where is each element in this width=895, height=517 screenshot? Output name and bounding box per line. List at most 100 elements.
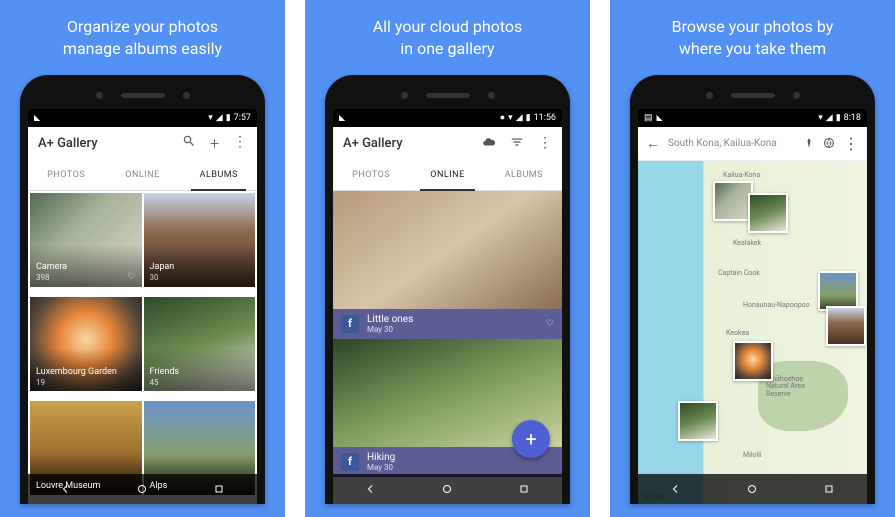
panel-caption: All your cloud photos in one gallery [373,16,523,61]
facebook-icon: f [341,453,359,471]
nav-home-icon[interactable] [746,483,758,495]
map-canvas[interactable]: Kailua-Kona Kealakek Captain Cook Honaun… [638,161,867,504]
status-bar: ▤ ◣ ▾ ◢ ▮ 8:18 [638,109,867,127]
caption-line: where you take them [679,39,826,58]
favorite-icon[interactable]: ♡ [127,272,135,282]
album-name: Camera [36,262,67,272]
tab-online[interactable]: ONLINE [104,161,180,190]
album-japan[interactable]: Japan30 [144,193,256,287]
tab-photos[interactable]: PHOTOS [333,161,409,190]
status-time: 8:18 [844,113,861,123]
signal-icon: ◢ [516,113,523,123]
map-photo-thumb[interactable] [733,341,773,381]
phone-frame: ◣ ● ▾ ◢ ▮ 11:56 A+ Gallery ⋮ PHOTOS [325,75,570,504]
facebook-icon: f [341,315,359,333]
caption-line: manage albums easily [63,39,222,58]
album-count: 30 [150,273,175,283]
album-name: Friends [150,367,180,377]
tab-albums[interactable]: ALBUMS [181,161,257,190]
online-hero-image [333,191,562,309]
compass-icon[interactable] [803,134,815,153]
status-time: 11:56 [534,113,556,123]
tabs: PHOTOS ONLINE ALBUMS [333,161,562,191]
nav-home-icon[interactable] [441,483,453,495]
map-photo-thumb[interactable] [818,271,858,311]
nav-indicator-icon: ◣ [657,113,663,122]
app-title: A+ Gallery [343,136,482,151]
search-icon[interactable] [182,134,196,153]
location-text: South Kona, Kailua-Kona [668,138,795,149]
battery-icon: ▮ [836,113,841,123]
nav-recent-icon[interactable] [518,483,530,495]
more-icon[interactable]: ⋮ [843,134,859,153]
online-title: Little ones [367,314,413,325]
album-camera[interactable]: Camera398 ♡ [30,193,142,287]
aperture-icon[interactable] [823,134,835,153]
battery-icon: ▮ [226,113,231,123]
fab-add-button[interactable]: + [512,420,550,458]
caption-line: Organize your photos [67,17,218,36]
caption-line: in one gallery [400,39,494,58]
sort-icon[interactable] [510,135,524,153]
nav-recent-icon[interactable] [823,483,835,495]
nav-back-icon[interactable] [365,483,377,495]
favorite-icon[interactable]: ♡ [546,319,554,329]
online-album-little-ones[interactable]: f Little ones May 30 ♡ [333,191,562,339]
back-icon[interactable]: ← [646,135,660,152]
album-name: Alps [150,481,168,491]
online-date: May 30 [367,325,413,334]
nav-indicator-icon: ◣ [339,113,345,122]
album-name: Japan [150,262,175,272]
album-luxembourg-garden[interactable]: Luxembourg Garden19 [30,297,142,391]
album-count: 19 [36,378,117,388]
nav-back-icon[interactable] [670,483,682,495]
map-app-bar: ← South Kona, Kailua-Kona ⋮ [638,127,867,161]
albums-grid: Camera398 ♡ Japan30 Luxembourg Garden19 … [28,191,257,504]
album-count: 398 [36,273,67,283]
status-bar: ◣ ▾ ◢ ▮ 7:57 [28,109,257,127]
tab-photos[interactable]: PHOTOS [28,161,104,190]
more-icon[interactable]: ⋮ [538,135,552,153]
map-label: Kailua-Kona [723,171,760,179]
battery-icon: ▮ [526,113,531,123]
online-title: Hiking [367,452,395,463]
map-label: Honaunau-Napoopoo [743,301,810,309]
wifi-icon: ▾ [818,113,823,123]
more-icon[interactable]: ⋮ [233,134,247,153]
status-time: 7:57 [234,113,251,123]
promo-panel-map: Browse your photos by where you take the… [610,0,895,517]
nav-bar [638,474,867,504]
panel-caption: Organize your photos manage albums easil… [63,16,222,61]
signal-icon: ◢ [826,113,833,123]
promo-panel-online: All your cloud photos in one gallery ◣ ●… [305,0,590,517]
nav-recent-icon[interactable] [213,483,225,495]
signal-icon: ◢ [216,113,223,123]
online-date: May 30 [367,463,395,472]
app-title: A+ Gallery [38,136,182,151]
map-label: Captain Cook [718,269,760,277]
phone-frame: ▤ ◣ ▾ ◢ ▮ 8:18 ← South Kona, Kailua-Kona… [630,75,875,504]
map-label: Keokea [726,329,749,337]
cloud-icon[interactable] [482,135,496,153]
wifi-icon: ▾ [508,113,513,123]
tab-albums[interactable]: ALBUMS [486,161,562,190]
caption-line: Browse your photos by [672,17,834,36]
promo-panel-albums: Organize your photos manage albums easil… [0,0,285,517]
nav-home-icon[interactable] [136,483,148,495]
map-photo-thumb[interactable] [678,401,718,441]
notification-icon: ▤ [644,113,653,123]
map-photo-thumb[interactable] [748,193,788,233]
album-friends[interactable]: Friends45 [144,297,256,391]
album-count: 45 [150,378,180,388]
status-bar: ◣ ● ▾ ◢ ▮ 11:56 [333,109,562,127]
tab-online[interactable]: ONLINE [409,161,485,190]
map-label: Milolii [743,451,762,459]
add-icon[interactable]: + [210,134,219,153]
app-bar: A+ Gallery + ⋮ [28,127,257,161]
map-photo-thumb[interactable] [713,181,753,221]
app-bar: A+ Gallery ⋮ [333,127,562,161]
notification-icon: ● [500,112,505,123]
album-name: Louvre Museum [36,481,100,491]
caption-line: All your cloud photos [373,17,523,36]
map-photo-thumb[interactable] [826,306,866,346]
